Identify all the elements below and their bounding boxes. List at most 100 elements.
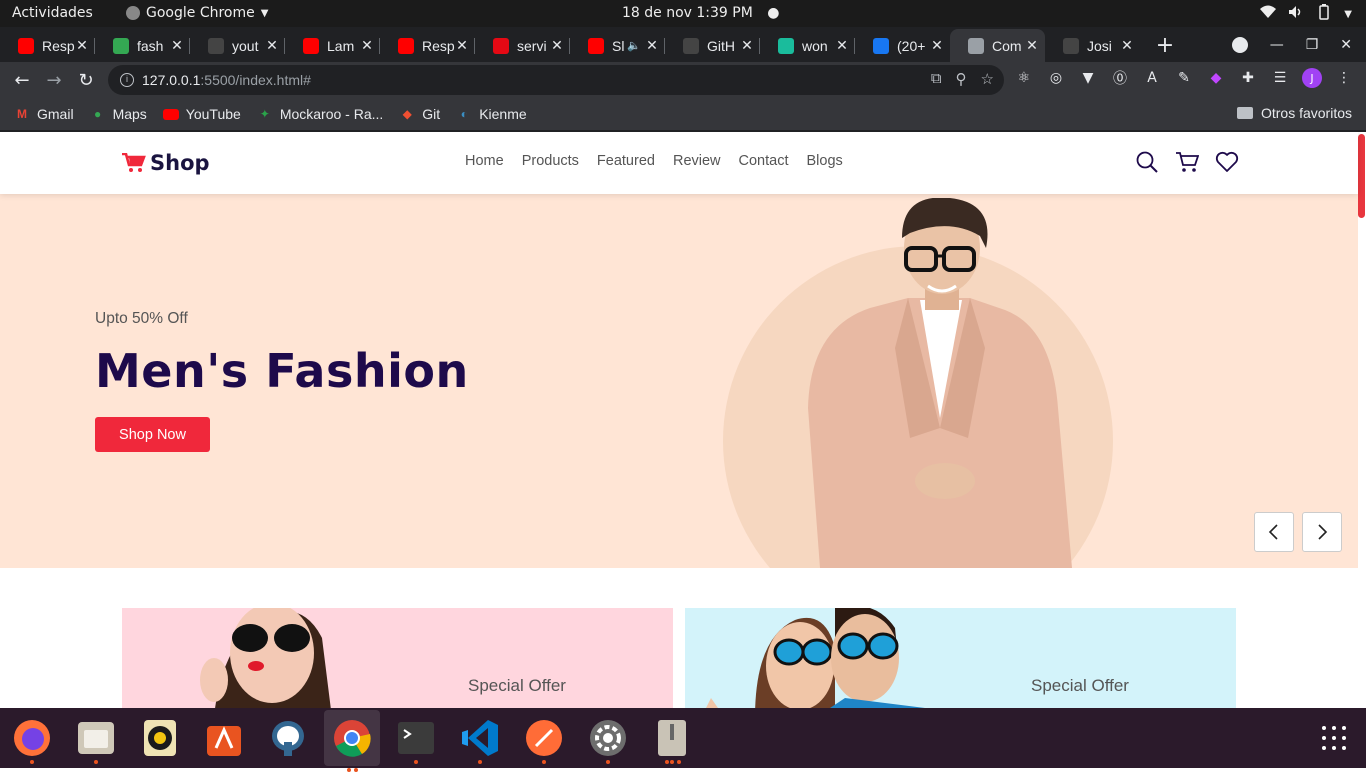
git-icon: ◆ (402, 107, 412, 121)
tab-title: Resp (422, 37, 455, 54)
scrollbar-thumb[interactable] (1358, 134, 1365, 218)
extension-target-icon[interactable]: ◎ (1046, 68, 1066, 88)
new-tab-button[interactable]: + (1150, 29, 1180, 62)
nav-featured[interactable]: Featured (597, 153, 655, 169)
close-tab-icon[interactable]: ✕ (835, 37, 849, 54)
dock-archive[interactable] (652, 718, 692, 764)
more-menu-icon[interactable]: ⋮ (1334, 68, 1354, 88)
dock-vscode[interactable] (460, 718, 500, 764)
dock-terminal[interactable] (396, 718, 436, 764)
translate-icon[interactable]: ⧉ (931, 70, 942, 88)
bookmark-gmail[interactable]: M Gmail (14, 106, 74, 122)
dock-settings[interactable] (588, 718, 628, 764)
close-tab-icon[interactable]: ✕ (455, 37, 469, 54)
extension-gem-icon[interactable]: ◆ (1206, 68, 1226, 88)
browser-tab[interactable]: Resp ✕ (380, 29, 475, 62)
globe-icon (968, 37, 984, 54)
app-menu[interactable]: Google Chrome ▼ (126, 5, 268, 21)
browser-tab[interactable]: Resp ✕ (0, 29, 95, 62)
profile-avatar[interactable]: J (1302, 68, 1322, 88)
extension-pen-icon[interactable]: ✎ (1174, 68, 1194, 88)
site-info-icon[interactable]: i (120, 73, 134, 87)
nav-review[interactable]: Review (673, 153, 721, 169)
browser-tab[interactable]: servi ✕ (475, 29, 570, 62)
react-devtools-icon[interactable]: ⚛ (1014, 68, 1034, 88)
page-scrollbar[interactable] (1357, 132, 1366, 708)
cart-icon[interactable] (1175, 150, 1199, 174)
dock-postman[interactable] (524, 718, 564, 764)
bookmark-youtube[interactable]: YouTube (162, 106, 241, 122)
tab-audio-icon[interactable]: 🔈 (627, 39, 641, 52)
activities-button[interactable]: Actividades (12, 5, 93, 21)
tab-search-icon[interactable] (1231, 36, 1248, 53)
extension-a-icon[interactable]: A (1142, 68, 1162, 88)
search-icon[interactable] (1135, 150, 1159, 174)
vue-devtools-icon[interactable]: ▼ (1078, 68, 1098, 88)
browser-tab[interactable]: GitH ✕ (665, 29, 760, 62)
nav-home[interactable]: Home (465, 153, 504, 169)
nav-blogs[interactable]: Blogs (807, 153, 843, 169)
close-window-icon[interactable]: ✕ (1340, 37, 1352, 53)
clock[interactable]: 18 de nov 1:39 PM ● (622, 5, 779, 21)
bookmark-git[interactable]: ◆ Git (399, 106, 441, 122)
dock-rhythmbox[interactable] (140, 718, 180, 758)
browser-tab[interactable]: Com ✕ (950, 29, 1045, 62)
tab-strip: Resp ✕ fash ✕ yout ✕ Lam ✕ Resp ✕ servi ✕ Sl 🔈 ✕ GitH ✕ w… (0, 27, 1366, 62)
browser-tab[interactable]: Sl 🔈 ✕ (570, 29, 665, 62)
browser-tab[interactable]: Josi ✕ (1045, 29, 1140, 62)
back-icon[interactable]: ← (6, 64, 38, 96)
bookmark-kienme[interactable]: ◐ Kienme (456, 106, 527, 122)
minimize-icon[interactable]: — (1270, 37, 1284, 53)
maximize-icon[interactable]: ❐ (1306, 37, 1319, 53)
browser-tab[interactable]: fash ✕ (95, 29, 190, 62)
close-tab-icon[interactable]: ✕ (740, 37, 754, 54)
nav-products[interactable]: Products (522, 153, 579, 169)
media-controls-icon[interactable]: ☰ (1270, 68, 1290, 88)
extensions-puzzle-icon[interactable]: ✚ (1238, 68, 1258, 88)
promo-model-woman-image (200, 608, 331, 708)
nav-contact[interactable]: Contact (739, 153, 789, 169)
cart-logo-icon (122, 153, 146, 172)
shop-now-button[interactable]: Shop Now (95, 417, 210, 452)
close-tab-icon[interactable]: ✕ (645, 37, 659, 54)
close-tab-icon[interactable]: ✕ (75, 37, 89, 54)
bookmark-mockaroo[interactable]: ✦ Mockaroo - Ra... (257, 106, 384, 122)
slider-next-button[interactable] (1302, 512, 1342, 552)
dock-postgres[interactable] (268, 718, 308, 758)
address-bar[interactable]: i 127.0.0.1:5500/index.html# ⧉ ⚲ ☆ (108, 65, 1004, 95)
dock-software[interactable] (204, 718, 244, 758)
close-tab-icon[interactable]: ✕ (1025, 37, 1039, 54)
close-tab-icon[interactable]: ✕ (265, 37, 279, 54)
bookmark-label: Mockaroo - Ra... (279, 106, 384, 122)
bookmark-maps[interactable]: ● Maps (90, 106, 147, 122)
show-apps-grid-icon[interactable] (1322, 726, 1346, 750)
other-bookmarks[interactable]: Otros favoritos (1236, 105, 1352, 121)
promo-card-right[interactable]: Special Offer (685, 608, 1236, 708)
dock-firefox[interactable] (12, 718, 52, 764)
bookmark-star-icon[interactable]: ☆ (981, 70, 994, 88)
promo-card-left[interactable]: Special Offer (122, 608, 673, 708)
browser-tab[interactable]: (20+ ✕ (855, 29, 950, 62)
hero-model-image (808, 198, 1072, 568)
promo-label: Special Offer (1031, 676, 1129, 695)
forward-icon[interactable]: → (38, 64, 70, 96)
system-tray[interactable]: ▼ (1260, 4, 1352, 24)
browser-tab[interactable]: yout ✕ (190, 29, 285, 62)
close-tab-icon[interactable]: ✕ (170, 37, 184, 54)
close-tab-icon[interactable]: ✕ (360, 37, 374, 54)
close-tab-icon[interactable]: ✕ (930, 37, 944, 54)
close-tab-icon[interactable]: ✕ (550, 37, 564, 54)
dock-files[interactable] (76, 718, 116, 764)
site-logo[interactable]: Shop (122, 151, 210, 175)
settings-gear-icon (590, 720, 626, 756)
close-tab-icon[interactable]: ✕ (1120, 37, 1134, 54)
github-icon (683, 37, 699, 54)
slider-prev-button[interactable] (1254, 512, 1294, 552)
browser-tab[interactable]: won ✕ (760, 29, 855, 62)
zoom-icon[interactable]: ⚲ (956, 70, 967, 88)
heart-icon[interactable] (1215, 150, 1239, 174)
dock-chrome[interactable] (324, 710, 380, 772)
browser-tab[interactable]: Lam ✕ (285, 29, 380, 62)
extension-h-icon[interactable]: ⓪ (1110, 68, 1130, 88)
reload-icon[interactable]: ↻ (70, 64, 102, 96)
